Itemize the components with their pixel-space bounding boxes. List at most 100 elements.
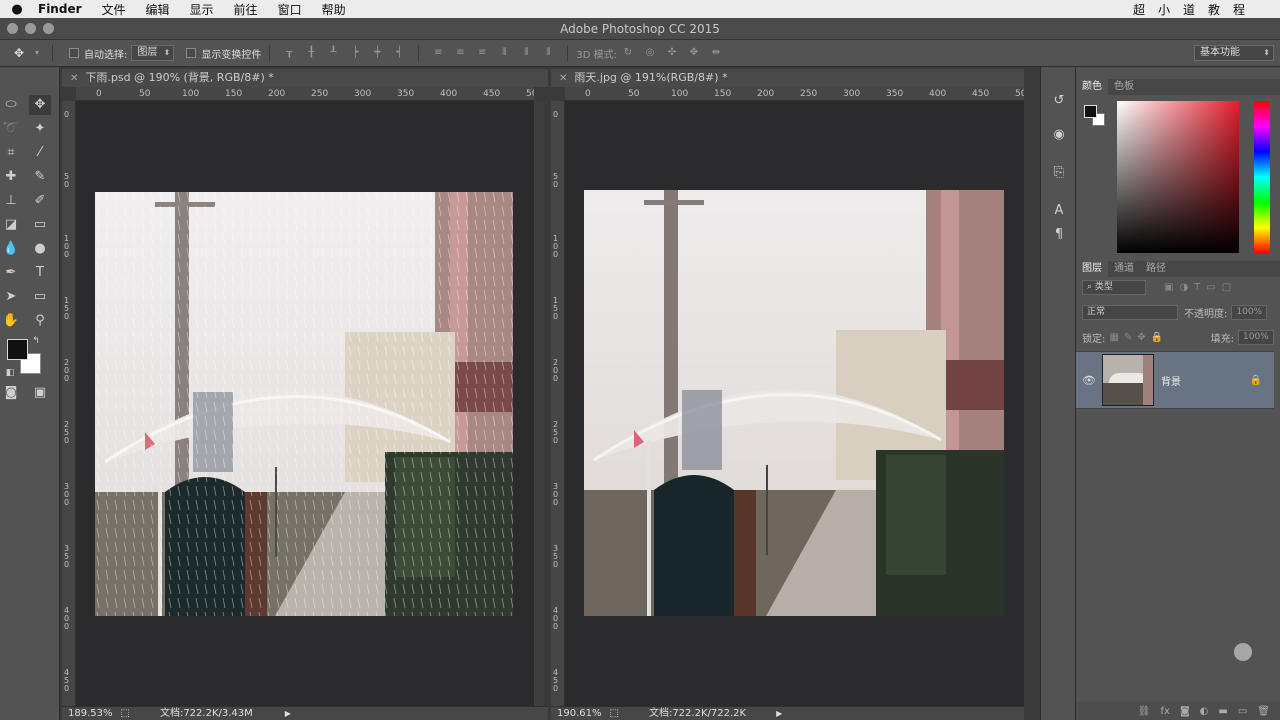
path-selection-tool-icon[interactable]: ➤ <box>0 287 22 307</box>
move-tool-icon[interactable]: ✥ <box>29 95 51 115</box>
foreground-color-swatch[interactable] <box>7 339 28 360</box>
align-bottom-icon[interactable]: ┸ <box>326 46 340 60</box>
align-hcenter-icon[interactable]: ┿ <box>370 46 384 60</box>
tab-swatches[interactable]: 色板 <box>1108 79 1140 95</box>
blur-tool-icon[interactable]: 💧 <box>0 239 22 259</box>
3d-pan-icon[interactable]: ✣ <box>665 46 679 60</box>
adjustment-layer-icon[interactable]: ◐ <box>1200 706 1209 717</box>
zoom-tool-icon[interactable]: ⚲ <box>29 311 51 331</box>
distribute-bottom-icon[interactable]: ≡ <box>475 46 489 60</box>
eyedropper-tool-icon[interactable]: ⁄ <box>29 143 51 163</box>
menu-file[interactable]: 文件 <box>92 1 136 18</box>
fill-input[interactable]: 100% <box>1238 329 1274 345</box>
link-layers-icon[interactable]: ⛓ <box>1138 706 1151 717</box>
3d-rotate-icon[interactable]: ↻ <box>621 46 635 60</box>
menu-window[interactable]: 窗口 <box>268 1 312 18</box>
eraser-tool-icon[interactable]: ◪ <box>0 215 22 235</box>
layer-row-background[interactable]: 👁 背景 🔒 <box>1076 351 1274 409</box>
export-icon[interactable]: ⬚ <box>121 707 130 720</box>
vertical-scrollbar-1[interactable] <box>534 101 544 706</box>
crop-tool-icon[interactable]: ⌗ <box>0 143 22 163</box>
pen-tool-icon[interactable]: ✒ <box>0 263 22 283</box>
history-brush-tool-icon[interactable]: ✐ <box>29 191 51 211</box>
menu-help[interactable]: 帮助 <box>312 1 356 18</box>
paragraph-panel-icon[interactable]: ¶ <box>1049 225 1069 245</box>
ruler-tick-label: 350 <box>397 89 415 99</box>
layer-filter-dropdown[interactable]: ⌕ 类型 <box>1082 279 1146 295</box>
align-top-icon[interactable]: ┰ <box>282 46 296 60</box>
add-mask-icon[interactable]: ◙ <box>1180 706 1190 717</box>
blend-mode-dropdown[interactable]: 正常 <box>1082 304 1178 320</box>
lock-options-icons[interactable]: ▦✎✥🔒 <box>1109 332 1168 343</box>
eye-icon[interactable]: 👁 <box>1076 374 1102 387</box>
ruler-tick-label: 50 <box>553 172 559 189</box>
window-title-bar: Adobe Photoshop CC 2015 <box>0 18 1280 40</box>
auto-select-checkbox[interactable] <box>69 48 79 58</box>
distribute-hcenter-icon[interactable]: ⦀ <box>519 46 533 60</box>
tab-document-2[interactable]: ✕ 雨天.jpg @ 191%(RGB/8#) * <box>551 69 1024 87</box>
distribute-vcenter-icon[interactable]: ≡ <box>453 46 467 60</box>
status-menu-arrow-icon[interactable]: ▶ <box>285 707 291 720</box>
delete-layer-icon[interactable]: 🗑 <box>1257 706 1270 717</box>
panel-foreground-swatch[interactable] <box>1084 105 1097 118</box>
brush-tool-icon[interactable]: ✎ <box>29 167 51 187</box>
ruler-tick-label: 400 <box>64 606 70 631</box>
ruler-tick-label: 0 <box>553 110 559 119</box>
align-vcenter-icon[interactable]: ╂ <box>304 46 318 60</box>
menu-edit[interactable]: 编辑 <box>136 1 180 18</box>
3d-slide-icon[interactable]: ✥ <box>687 46 701 60</box>
default-colors-icon[interactable]: ◧ <box>4 363 16 383</box>
auto-select-dropdown[interactable]: 图层 <box>131 45 175 61</box>
distribute-right-icon[interactable]: ⦀ <box>541 46 555 60</box>
distribute-left-icon[interactable]: ⦀ <box>497 46 511 60</box>
hand-tool-icon[interactable]: ✋ <box>0 311 22 331</box>
export-icon[interactable]: ⬚ <box>610 707 619 720</box>
close-icon[interactable]: ✕ <box>559 73 567 84</box>
status-menu-arrow-icon[interactable]: ▶ <box>776 707 782 720</box>
dodge-tool-icon[interactable]: ● <box>29 239 51 259</box>
type-tool-icon[interactable]: T <box>29 263 51 283</box>
clone-stamp-tool-icon[interactable]: ⊥ <box>0 191 22 211</box>
close-icon[interactable]: ✕ <box>70 73 78 84</box>
rectangle-tool-icon[interactable]: ▭ <box>29 287 51 307</box>
chevron-down-icon[interactable]: ▾ <box>34 46 40 60</box>
document-canvas-2[interactable] <box>565 101 1024 706</box>
marquee-tool-icon[interactable]: ⬭ <box>0 95 22 115</box>
color-field[interactable] <box>1117 101 1239 253</box>
menu-finder[interactable]: Finder <box>34 2 92 16</box>
quick-mask-icon[interactable]: ◙ <box>0 383 22 403</box>
lasso-tool-icon[interactable]: ➰ <box>0 119 22 139</box>
menu-go[interactable]: 前往 <box>224 1 268 18</box>
magic-wand-tool-icon[interactable]: ✦ <box>29 119 51 139</box>
history-panel-icon[interactable]: ↺ <box>1049 91 1069 111</box>
document-canvas-1[interactable] <box>76 101 534 706</box>
ruler-tick-label: 100 <box>64 234 70 259</box>
screen-mode-icon[interactable]: ▣ <box>29 383 51 403</box>
3d-scale-icon[interactable]: ⇹ <box>709 46 723 60</box>
show-transform-checkbox[interactable] <box>186 48 197 58</box>
opacity-input[interactable]: 100% <box>1231 304 1268 320</box>
swap-colors-icon[interactable]: ↰ <box>30 331 42 351</box>
3d-roll-icon[interactable]: ◎ <box>643 46 657 60</box>
tab-color[interactable]: 颜色 <box>1076 79 1108 95</box>
properties-panel-icon[interactable]: ◉ <box>1049 125 1069 145</box>
zoom-level-1[interactable]: 189.53% <box>68 707 113 720</box>
distribute-top-icon[interactable]: ≡ <box>431 46 445 60</box>
workspace-dropdown[interactable]: 基本功能 <box>1194 45 1274 61</box>
layer-filter-icons[interactable]: ▣◑T▭▢ <box>1164 282 1237 293</box>
align-left-icon[interactable]: ┝ <box>348 46 362 60</box>
move-tool-preset-icon[interactable]: ✥ <box>12 46 26 60</box>
align-right-icon[interactable]: ┥ <box>392 46 406 60</box>
menu-view[interactable]: 显示 <box>180 1 224 18</box>
hue-slider[interactable] <box>1254 101 1270 253</box>
zoom-level-2[interactable]: 190.61% <box>557 707 602 720</box>
healing-brush-tool-icon[interactable]: ✚ <box>0 167 22 187</box>
fx-icon[interactable]: fx <box>1161 706 1170 717</box>
new-layer-icon[interactable]: ▭ <box>1238 706 1247 717</box>
tab-document-1[interactable]: ✕ 下雨.psd @ 190% (背景, RGB/8#) * <box>62 69 548 87</box>
libraries-panel-icon[interactable]: ⎘ <box>1049 163 1069 183</box>
new-group-icon[interactable]: ▬ <box>1218 706 1227 717</box>
gradient-tool-icon[interactable]: ▭ <box>29 215 51 235</box>
apple-icon[interactable]: ● <box>0 2 34 17</box>
character-panel-icon[interactable]: A <box>1049 201 1069 221</box>
